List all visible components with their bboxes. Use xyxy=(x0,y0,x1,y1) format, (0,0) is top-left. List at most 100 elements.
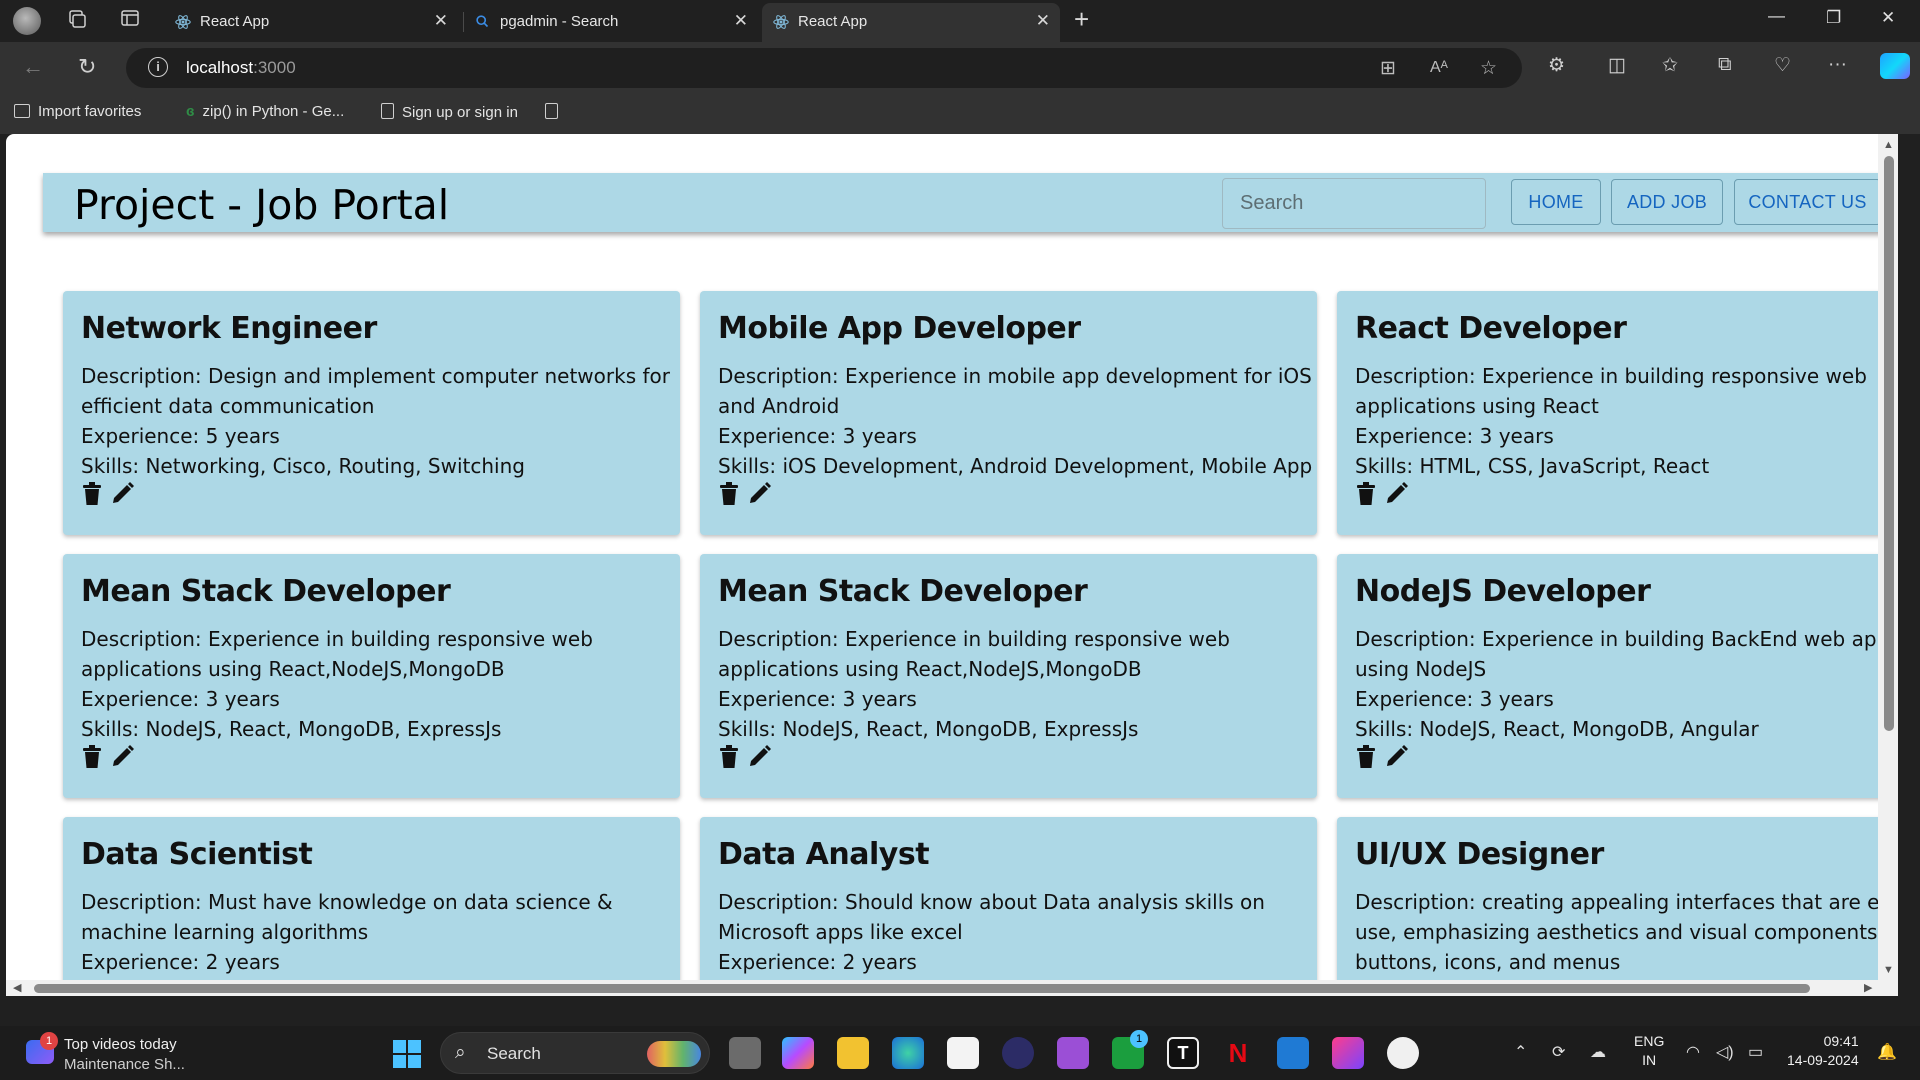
site-info-icon[interactable]: i xyxy=(148,57,168,77)
vscode-icon[interactable] xyxy=(1277,1037,1309,1069)
favorite-untitled[interactable] xyxy=(545,103,566,121)
trash-icon[interactable] xyxy=(1355,481,1377,507)
trash-icon[interactable] xyxy=(81,744,103,770)
edit-pencil-icon[interactable] xyxy=(746,744,772,770)
copilot-icon[interactable] xyxy=(1880,53,1910,79)
new-tab-button[interactable]: + xyxy=(1074,4,1089,35)
edit-pencil-icon[interactable] xyxy=(1383,481,1409,507)
job-card: Mean Stack Developer Description: Experie… xyxy=(700,554,1317,798)
job-description: Description: Experience in building resp… xyxy=(718,627,1230,681)
split-screen-icon[interactable]: ◫ xyxy=(1608,54,1626,77)
url-text[interactable]: localhost:3000 xyxy=(186,58,296,78)
page-icon xyxy=(381,103,394,119)
job-experience: Experience: 3 years xyxy=(718,687,917,711)
typora-icon[interactable]: T xyxy=(1167,1037,1199,1069)
browser-essentials-icon[interactable]: ♡ xyxy=(1774,54,1791,77)
sync-icon[interactable]: ⟳ xyxy=(1552,1042,1565,1062)
scrollbar-thumb[interactable] xyxy=(34,984,1810,993)
chatgpt-icon[interactable] xyxy=(1387,1037,1419,1069)
close-icon[interactable]: ✕ xyxy=(734,11,748,31)
favorite-import[interactable]: Import favorites xyxy=(14,103,141,120)
show-hidden-icons[interactable]: ⌃ xyxy=(1514,1042,1527,1062)
scroll-up-arrow[interactable]: ▲ xyxy=(1883,139,1894,151)
favorite-sign-up[interactable]: Sign up or sign in xyxy=(381,103,518,121)
more-menu-icon[interactable]: ··· xyxy=(1828,54,1847,76)
trash-icon[interactable] xyxy=(1355,744,1377,770)
tab-pgadmin-search[interactable]: pgadmin - Search ✕ xyxy=(464,3,758,42)
edit-pencil-icon[interactable] xyxy=(109,481,135,507)
favorite-zip-python[interactable]: ɞ zip() in Python - Ge... xyxy=(186,103,344,120)
job-experience: Experience: 5 years xyxy=(81,424,280,448)
read-aloud-icon[interactable]: Aᴬ xyxy=(1430,59,1448,77)
job-skills: Skills: iOS Development, Android Develop… xyxy=(718,454,1313,478)
copilot-app-icon[interactable] xyxy=(782,1037,814,1069)
favorites-list-icon[interactable]: ✩ xyxy=(1662,54,1678,77)
close-icon[interactable]: ✕ xyxy=(434,11,448,31)
search-field[interactable] xyxy=(1222,178,1486,229)
nav-add-job-button[interactable]: ADD JOB xyxy=(1611,179,1723,225)
scroll-down-arrow[interactable]: ▼ xyxy=(1883,964,1894,976)
job-description: Description: Should know about Data anal… xyxy=(718,890,1265,944)
news-title: Top videos today xyxy=(64,1036,177,1053)
proton-icon[interactable] xyxy=(1057,1037,1089,1069)
horizontal-scrollbar[interactable]: ◀ ▶ xyxy=(6,980,1898,996)
desktop-strip xyxy=(0,996,1920,1026)
job-title: Data Scientist xyxy=(81,837,313,872)
task-view-icon[interactable] xyxy=(729,1037,761,1069)
edit-pencil-icon[interactable] xyxy=(746,481,772,507)
refresh-icon[interactable]: ↻ xyxy=(78,54,96,80)
battery-icon[interactable]: ▭ xyxy=(1748,1042,1763,1062)
close-window-icon[interactable]: ✕ xyxy=(1881,8,1895,28)
windows-start-icon[interactable] xyxy=(393,1040,421,1068)
vertical-scrollbar[interactable]: ▲ ▼ xyxy=(1878,134,1898,996)
close-icon[interactable]: ✕ xyxy=(1036,11,1050,31)
scroll-left-arrow[interactable]: ◀ xyxy=(13,981,21,994)
edge-browser-icon[interactable] xyxy=(892,1037,924,1069)
tab-react-app-active[interactable]: React App ✕ xyxy=(762,3,1060,42)
favorite-star-icon[interactable]: ☆ xyxy=(1480,57,1497,80)
scroll-right-arrow[interactable]: ▶ xyxy=(1864,981,1872,994)
trash-icon[interactable] xyxy=(718,481,740,507)
browser-toolbar: ← ↻ i localhost:3000 ⊞ Aᴬ ☆ xyxy=(0,42,1920,94)
edit-pencil-icon[interactable] xyxy=(109,744,135,770)
react-icon xyxy=(773,15,789,29)
file-explorer-icon[interactable] xyxy=(837,1037,869,1069)
nav-home-button[interactable]: HOME xyxy=(1511,179,1601,225)
edit-pencil-icon[interactable] xyxy=(1383,744,1409,770)
taskbar-search[interactable]: ⌕ Search xyxy=(440,1032,710,1074)
volume-icon[interactable]: ◁) xyxy=(1716,1042,1734,1062)
profile-avatar[interactable] xyxy=(13,7,41,35)
tab-actions-icon[interactable] xyxy=(117,8,143,34)
favorite-label: Sign up or sign in xyxy=(402,104,518,121)
system-clock[interactable]: 09:41 14-09-2024 xyxy=(1787,1032,1859,1070)
wifi-icon[interactable]: ◠ xyxy=(1686,1042,1700,1062)
job-card: UI/UX Designer Description: creating appe… xyxy=(1337,817,1898,996)
intellij-icon[interactable] xyxy=(1332,1037,1364,1069)
onedrive-icon[interactable]: ☁ xyxy=(1590,1042,1606,1062)
workspaces-icon[interactable] xyxy=(64,8,90,34)
trash-icon[interactable] xyxy=(718,744,740,770)
language-indicator[interactable]: ENG IN xyxy=(1634,1032,1664,1070)
restore-icon[interactable]: ❐ xyxy=(1826,8,1841,28)
minimize-icon[interactable]: — xyxy=(1768,6,1785,26)
search-icon: ⌕ xyxy=(455,1042,466,1063)
tab-react-app-1[interactable]: React App ✕ xyxy=(164,3,458,42)
collections-icon[interactable]: ⧉ xyxy=(1718,54,1732,76)
back-arrow-icon[interactable]: ← xyxy=(22,54,44,80)
address-bar[interactable]: i localhost:3000 ⊞ Aᴬ ☆ xyxy=(126,48,1522,88)
job-title: UI/UX Designer xyxy=(1355,837,1604,872)
job-experience: Experience: 3 years xyxy=(718,424,917,448)
job-card: React Developer Description: Experience i… xyxy=(1337,291,1898,535)
eclipse-icon[interactable] xyxy=(1002,1037,1034,1069)
microsoft-store-icon[interactable] xyxy=(947,1037,979,1069)
app-available-icon[interactable]: ⊞ xyxy=(1380,57,1396,80)
search-input[interactable] xyxy=(1223,179,1485,228)
trash-icon[interactable] xyxy=(81,481,103,507)
search-highlight-art xyxy=(647,1041,701,1067)
page-title: Project - Job Portal xyxy=(74,181,450,229)
notifications-bell-icon[interactable]: 🔔 xyxy=(1877,1042,1897,1062)
netflix-icon[interactable]: N xyxy=(1222,1037,1254,1069)
nav-contact-us-button[interactable]: CONTACT US xyxy=(1734,179,1881,225)
scrollbar-thumb[interactable] xyxy=(1884,156,1894,731)
extensions-icon[interactable]: ⚙ xyxy=(1548,54,1565,77)
